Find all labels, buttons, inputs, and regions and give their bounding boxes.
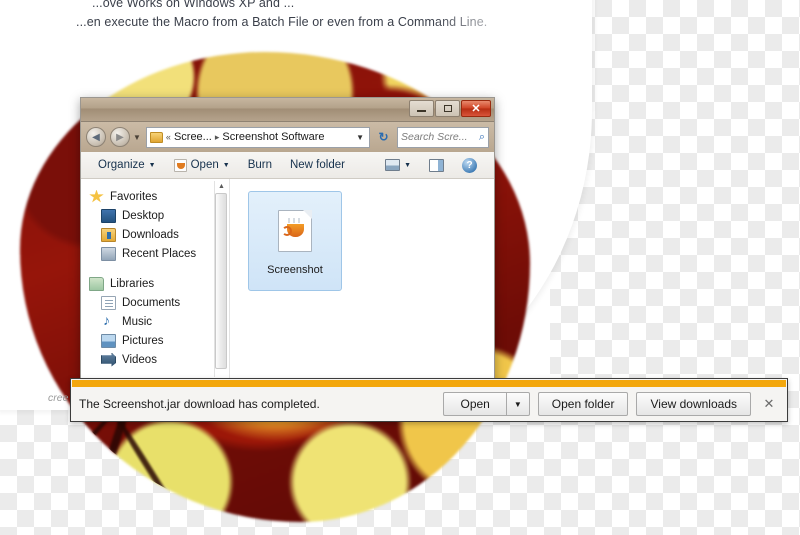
sidebar-group-label: Favorites — [110, 191, 157, 203]
open-label: Open — [191, 159, 219, 171]
sidebar-group-libraries[interactable]: Libraries — [87, 274, 229, 293]
open-folder-button[interactable]: Open folder — [538, 392, 629, 416]
open-split-button[interactable]: Open ▼ — [443, 392, 529, 416]
search-placeholder: Search Scre... — [401, 131, 477, 143]
breadcrumb-overflow-icon[interactable]: « — [166, 132, 171, 142]
libraries-folder-icon — [89, 277, 104, 291]
chevron-down-icon: ▼ — [404, 162, 411, 169]
search-icon: ⌕ — [479, 131, 485, 144]
chevron-down-icon[interactable]: ▼ — [507, 392, 530, 416]
help-icon: ? — [462, 158, 477, 173]
download-bar-row: The Screenshot.jar download has complete… — [71, 387, 787, 421]
sidebar-item-music[interactable]: Music — [87, 312, 229, 331]
sidebar-divider — [87, 263, 229, 274]
file-list-pane[interactable]: Screenshot — [229, 179, 494, 382]
organize-label: Organize — [98, 159, 145, 171]
history-dropdown-icon[interactable]: ▼ — [133, 133, 141, 142]
maximize-button[interactable] — [435, 100, 460, 117]
open-button[interactable]: Open — [443, 392, 506, 416]
scrollbar-thumb[interactable] — [215, 193, 227, 369]
sidebar-item-label: Documents — [122, 297, 180, 309]
sidebar-group-label: Libraries — [110, 278, 154, 290]
back-button[interactable]: ◀ — [86, 127, 106, 147]
open-button[interactable]: Open ▼ — [165, 156, 239, 175]
navigation-pane: Favorites Desktop Downloads Recent Place… — [81, 179, 229, 382]
sidebar-item-desktop[interactable]: Desktop — [87, 206, 229, 225]
close-icon[interactable]: ✕ — [759, 394, 779, 414]
close-button[interactable]: ✕ — [461, 100, 491, 117]
coffee-cup-icon — [287, 224, 304, 237]
address-bar[interactable]: « Scree... ▸ Screenshot Software ▼ — [146, 127, 370, 148]
sidebar-item-videos[interactable]: Videos — [87, 350, 229, 369]
chevron-down-icon[interactable]: ▼ — [356, 133, 367, 142]
partial-background-text: cree — [48, 392, 68, 404]
sidebar-item-recent-places[interactable]: Recent Places — [87, 244, 229, 263]
sidebar-item-label: Recent Places — [122, 248, 196, 260]
recent-places-icon — [101, 247, 116, 261]
change-view-icon — [385, 159, 400, 171]
sidebar-item-pictures[interactable]: Pictures — [87, 331, 229, 350]
sidebar-item-label: Music — [122, 316, 152, 328]
chevron-down-icon: ▼ — [223, 162, 230, 169]
minimize-button[interactable] — [409, 100, 434, 117]
sidebar-item-downloads[interactable]: Downloads — [87, 225, 229, 244]
sidebar-item-label: Pictures — [122, 335, 164, 347]
article-line-2: ...en execute the Macro from a Batch Fil… — [76, 15, 487, 29]
sidebar-item-label: Videos — [122, 354, 157, 366]
desktop-icon — [101, 209, 116, 223]
folder-icon — [150, 132, 163, 143]
accent-stripe — [72, 380, 786, 387]
change-view-button[interactable]: ▼ — [376, 156, 420, 174]
java-icon — [174, 159, 187, 172]
burn-button[interactable]: Burn — [239, 156, 281, 174]
refresh-icon[interactable]: ↻ — [374, 127, 393, 148]
download-notification-bar: The Screenshot.jar download has complete… — [70, 378, 788, 422]
view-downloads-button[interactable]: View downloads — [636, 392, 751, 416]
breadcrumb-item-1[interactable]: Scree... — [174, 131, 212, 143]
star-icon — [89, 190, 104, 204]
file-item-screenshot[interactable]: Screenshot — [248, 191, 342, 291]
window-title-bar[interactable]: ✕ — [81, 98, 494, 122]
java-jar-file-icon — [278, 210, 312, 252]
video-icon — [101, 353, 116, 367]
chevron-down-icon: ▼ — [149, 162, 156, 169]
download-message: The Screenshot.jar download has complete… — [79, 397, 435, 411]
preview-pane-icon — [429, 159, 444, 172]
search-input[interactable]: Search Scre... ⌕ — [397, 127, 489, 148]
sidebar-scrollbar[interactable]: ▲ — [214, 181, 227, 377]
breadcrumb-item-2[interactable]: Screenshot Software — [222, 131, 324, 143]
steam-lines — [288, 218, 303, 223]
windows-explorer-window[interactable]: ✕ ◀ ▶ ▼ « Scree... ▸ Screenshot Software… — [80, 97, 495, 383]
text-fade-overlay — [430, 0, 580, 32]
explorer-body: Favorites Desktop Downloads Recent Place… — [81, 179, 494, 382]
document-icon — [101, 296, 116, 310]
music-note-icon — [101, 315, 116, 329]
command-toolbar: Organize ▼ Open ▼ Burn New folder ▼ ? — [81, 152, 494, 179]
navigation-bar: ◀ ▶ ▼ « Scree... ▸ Screenshot Software ▼… — [81, 122, 494, 152]
new-folder-button[interactable]: New folder — [281, 156, 354, 174]
file-name-label: Screenshot — [267, 264, 323, 276]
breadcrumb-separator-icon: ▸ — [215, 132, 220, 143]
sidebar-item-label: Desktop — [122, 210, 164, 222]
help-button[interactable]: ? — [453, 155, 486, 176]
scroll-up-icon[interactable]: ▲ — [215, 181, 228, 192]
sidebar-group-favorites[interactable]: Favorites — [87, 187, 229, 206]
picture-icon — [101, 334, 116, 348]
downloads-folder-icon — [101, 228, 116, 242]
article-line-1: ...ove Works on Windows XP and ... — [92, 0, 294, 10]
forward-button[interactable]: ▶ — [110, 127, 130, 147]
sidebar-item-label: Downloads — [122, 229, 179, 241]
window-controls: ✕ — [409, 100, 491, 117]
sidebar-item-documents[interactable]: Documents — [87, 293, 229, 312]
preview-pane-button[interactable] — [420, 156, 453, 175]
organize-button[interactable]: Organize ▼ — [89, 156, 165, 174]
